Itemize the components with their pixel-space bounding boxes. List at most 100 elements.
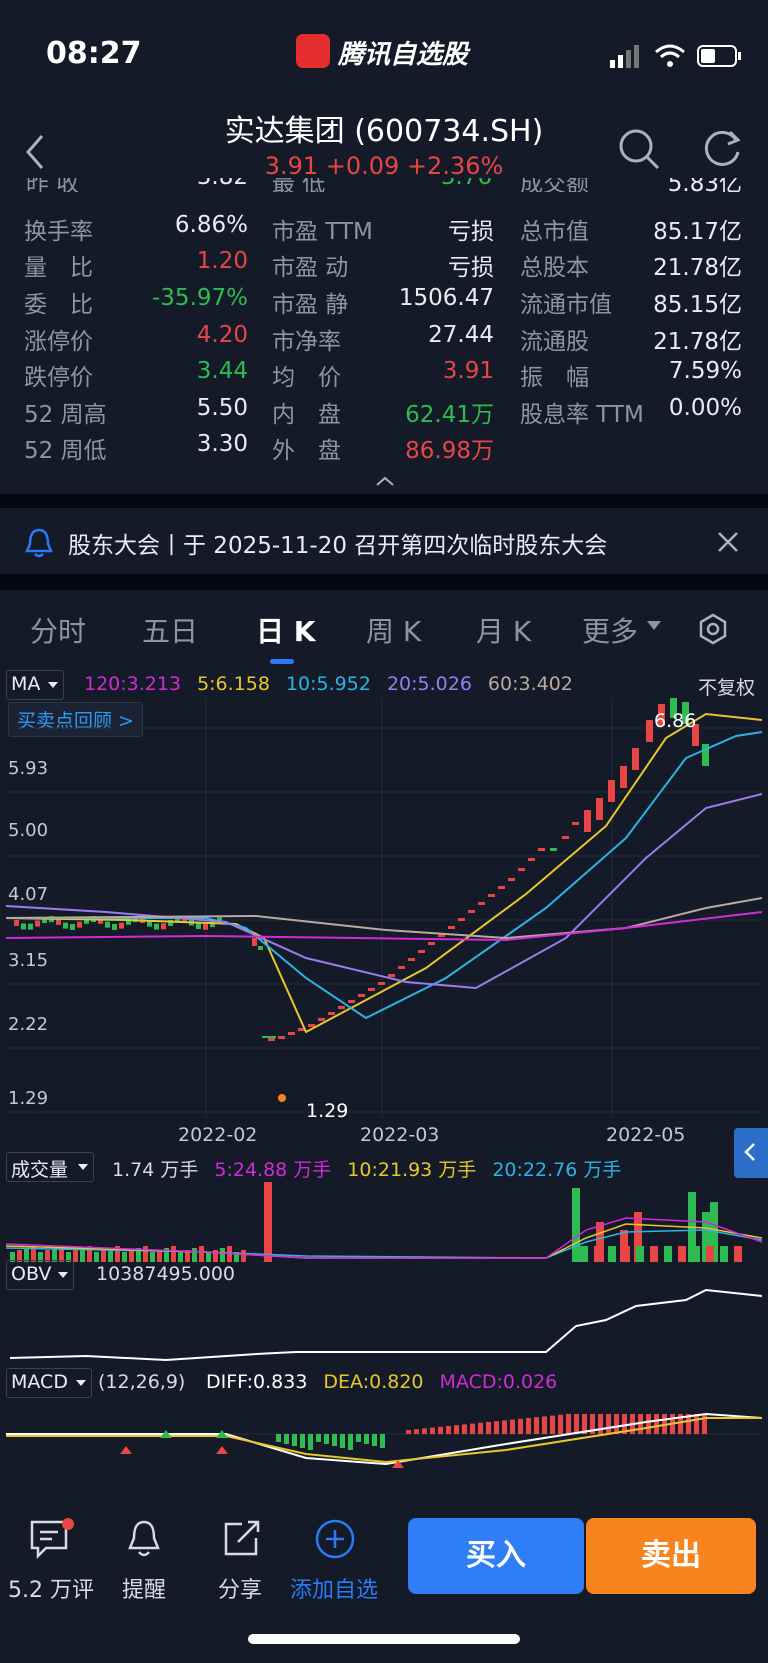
quote-value: 6.86% (174, 212, 248, 238)
price-tick-label: 2.22 (8, 1014, 49, 1035)
candle (620, 766, 627, 788)
volume-bar (580, 1246, 588, 1262)
obv-chart[interactable] (6, 1286, 762, 1370)
indicator-value: MACD:0.026 (439, 1371, 558, 1393)
buy-button[interactable]: 买入 (408, 1518, 584, 1594)
macd-chart[interactable] (6, 1394, 762, 1474)
candle (468, 910, 475, 913)
macd-bar (284, 1434, 289, 1444)
volume-chart[interactable] (6, 1182, 762, 1262)
comment-icon[interactable] (28, 1518, 74, 1560)
candle (262, 1036, 276, 1038)
candle (14, 920, 19, 926)
macd-bar (510, 1419, 515, 1434)
volume-bar (192, 1248, 197, 1262)
tab-five-day[interactable]: 五日 (142, 610, 198, 650)
tab-weekly-k[interactable]: 周 K (366, 610, 421, 650)
tab-more[interactable]: 更多 (582, 610, 638, 650)
candle (368, 988, 375, 991)
quote-value: 85.17亿 (653, 219, 742, 245)
kline-chart[interactable] (6, 698, 762, 1118)
chevron-down-icon (76, 1380, 86, 1386)
alert-icon[interactable] (124, 1518, 164, 1562)
volume-dropdown[interactable]: 成交量 (6, 1152, 94, 1182)
ma-dropdown[interactable]: MA (6, 670, 64, 700)
candle (196, 923, 201, 930)
separator (0, 574, 768, 590)
collapse-chevron-icon[interactable] (374, 474, 396, 488)
add-icon[interactable] (314, 1518, 356, 1560)
macd-bar (574, 1414, 579, 1434)
macd-bar (654, 1414, 659, 1434)
volume-bar (692, 1246, 700, 1262)
candle (21, 923, 26, 930)
quote-value: 62.41万 (405, 402, 494, 428)
refresh-icon[interactable] (700, 126, 744, 170)
quote-label: 外 盘 (272, 438, 341, 464)
add-watchlist-label[interactable]: 添加自选 (290, 1572, 378, 1604)
notice-text[interactable]: 股东大会丨于 2025-11-20 召开第四次临时股东大会 (68, 526, 607, 560)
macd-bar (486, 1422, 491, 1434)
chevron-down-icon (647, 621, 661, 630)
macd-bar (340, 1434, 345, 1448)
candle (318, 1018, 325, 1021)
quote-label: 市盈 静 (272, 292, 349, 318)
date-tick-label: 2022-05 (606, 1124, 686, 1146)
candle (268, 1038, 275, 1041)
volume-bar (122, 1252, 127, 1262)
settings-icon[interactable] (696, 612, 730, 646)
candle (478, 902, 485, 905)
remind-label[interactable]: 提醒 (122, 1572, 166, 1604)
candle (288, 1032, 295, 1035)
macd-bar (430, 1427, 435, 1434)
indicator-value: 1.74 万手 (112, 1159, 199, 1181)
quote-label: 流通股 (520, 329, 589, 355)
candle (348, 1000, 355, 1003)
close-icon[interactable] (716, 530, 740, 554)
price-adjust-toggle[interactable]: 不复权 (698, 673, 755, 700)
bell-icon (25, 528, 53, 558)
quote-label: 委 比 (24, 292, 93, 318)
tab-daily-k[interactable]: 日 K (256, 610, 315, 650)
volume-bar (636, 1246, 644, 1262)
share-label[interactable]: 分享 (218, 1572, 262, 1604)
indicator-value: 10:5.952 (285, 673, 371, 695)
quote-value: 亏损 (448, 219, 494, 245)
tab-monthly-k[interactable]: 月 K (476, 610, 531, 650)
macd-bar (454, 1425, 459, 1434)
volume-bar (143, 1246, 148, 1262)
comments-count[interactable]: 5.2 万评 (8, 1572, 94, 1604)
volume-bar (664, 1246, 672, 1262)
candle (608, 780, 615, 802)
macd-bar (534, 1417, 539, 1434)
candle (278, 1036, 285, 1039)
indicator-value: 60:3.402 (487, 673, 573, 695)
macd-values: DIFF:0.833 DEA:0.820 MACD:0.026 (206, 1371, 573, 1393)
quote-label: 振 幅 (520, 365, 589, 391)
share-icon[interactable] (220, 1518, 262, 1560)
volume-values: 1.74 万手 5:24.88 万手 10:21.93 万手 20:22.76 万手 (112, 1155, 637, 1182)
macd-signal-marker (120, 1446, 132, 1454)
status-icons (610, 44, 741, 68)
macd-bar (470, 1423, 475, 1434)
quote-value: 21.78亿 (653, 329, 742, 355)
quote-label: 内 盘 (272, 402, 341, 428)
candle (328, 1012, 335, 1015)
search-icon[interactable] (616, 126, 662, 172)
candle (70, 923, 75, 930)
price-tick-label: 3.15 (8, 950, 49, 971)
volume-bar (608, 1246, 616, 1262)
status-time: 08:27 (46, 36, 142, 71)
tab-intraday[interactable]: 分时 (30, 610, 86, 650)
candle (562, 836, 569, 839)
sell-button[interactable]: 卖出 (586, 1518, 756, 1594)
macd-bar (422, 1428, 427, 1434)
quote-label: 市盈 动 (272, 255, 349, 281)
volume-bar (129, 1250, 134, 1262)
macd-bar (438, 1426, 443, 1434)
candle (428, 942, 435, 945)
macd-bar (348, 1434, 353, 1450)
price-tick-label: 1.29 (8, 1088, 49, 1109)
collapse-panel-button[interactable] (734, 1128, 768, 1178)
app-logo-icon (296, 34, 330, 68)
